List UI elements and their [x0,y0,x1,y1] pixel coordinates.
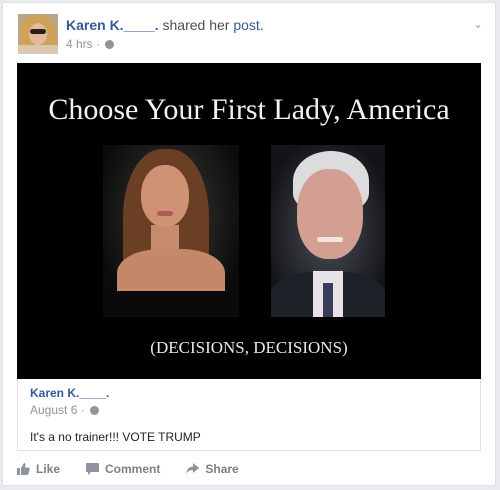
original-author-link[interactable]: Karen K.____. [30,386,109,400]
like-label: Like [36,462,61,476]
image-title: Choose Your First Lady, America [48,93,450,126]
share-arrow-icon [186,463,200,474]
post-meta: 4 hrs · [66,37,115,51]
like-button[interactable]: Like [17,462,60,476]
share-label: Share [205,462,239,476]
chevron-down-icon[interactable]: ⌄ [473,17,483,31]
shared-text: shared her [162,17,230,33]
timestamp-link[interactable]: 4 hrs · [66,37,100,51]
woman-photo [103,145,239,317]
man-photo [271,145,385,317]
post-card: Karen K.____. shared her post. 4 hrs · ⌄… [2,2,496,486]
original-post-text: It's a no trainer!!! VOTE TRUMP [30,430,201,444]
original-meta: August 6 · [30,403,99,417]
thumbs-up-icon [17,463,30,475]
author-avatar[interactable] [18,14,58,54]
globe-icon [105,39,115,49]
comment-label: Comment [105,462,161,476]
author-name-link[interactable]: Karen K.____. [66,17,159,33]
speech-bubble-icon [86,463,100,475]
original-date-link[interactable]: August 6 · [30,403,85,417]
post-link[interactable]: post. [233,17,263,33]
original-post: Karen K.____. August 6 · It's a no train… [17,379,481,451]
post-header: Karen K.____. shared her post. [66,17,264,33]
comment-button[interactable]: Comment [86,462,160,476]
share-button[interactable]: Share [186,462,239,476]
shared-image[interactable]: Choose Your First Lady, America (DECISIO… [17,63,481,379]
globe-icon [89,405,99,415]
action-bar: Like Comment Share [17,457,481,481]
image-caption: (DECISIONS, DECISIONS) [150,338,348,357]
